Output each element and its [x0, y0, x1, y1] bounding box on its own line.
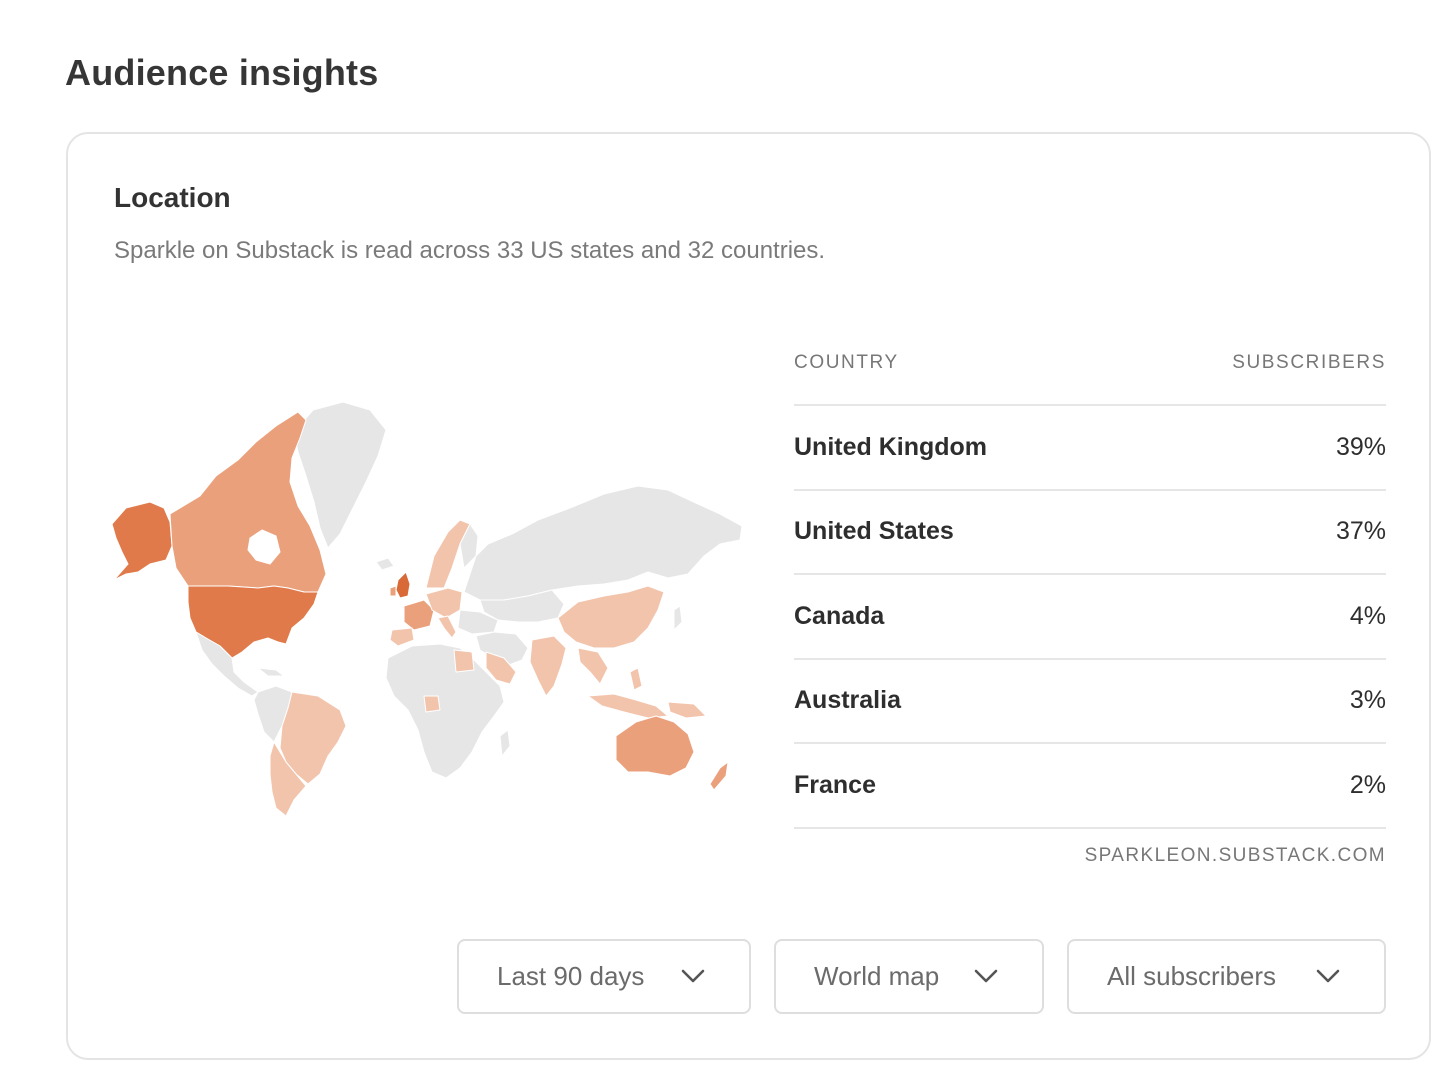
map-alaska[interactable] — [111, 501, 173, 581]
map-new-zealand[interactable] — [709, 761, 729, 791]
map-spain[interactable] — [389, 627, 415, 647]
row-country: France — [794, 770, 876, 799]
map-united-kingdom[interactable] — [395, 571, 411, 599]
row-country: United Kingdom — [794, 432, 988, 461]
row-country: United States — [794, 517, 954, 546]
location-subtitle: Sparkle on Substack is read across 33 US… — [114, 237, 826, 264]
location-title: Location — [114, 182, 231, 213]
map-russia[interactable] — [463, 485, 743, 601]
country-table: COUNTRY SUBSCRIBERS United Kingdom 39% U… — [794, 352, 1386, 867]
chevron-down-icon — [1316, 969, 1340, 983]
map-indonesia[interactable] — [587, 693, 669, 719]
view-type-label: World map — [814, 961, 940, 991]
row-value: 4% — [1349, 601, 1386, 630]
map-nigeria[interactable] — [423, 695, 441, 713]
table-row: United States 37% — [794, 491, 1386, 575]
row-value: 2% — [1349, 770, 1386, 799]
header-subscribers: SUBSCRIBERS — [1232, 352, 1386, 373]
map-se-asia[interactable] — [577, 647, 609, 685]
row-value: 3% — [1349, 686, 1386, 715]
chevron-down-icon — [681, 969, 705, 983]
map-iceland[interactable] — [375, 557, 395, 571]
page-title: Audience insights — [65, 52, 379, 93]
map-india[interactable] — [529, 635, 567, 697]
chevron-down-icon — [974, 969, 998, 983]
table-row: United Kingdom 39% — [794, 406, 1386, 491]
map-new-guinea[interactable] — [667, 701, 707, 719]
audience-label: All subscribers — [1107, 961, 1277, 991]
map-japan[interactable] — [673, 605, 683, 631]
table-row: Canada 4% — [794, 575, 1386, 660]
map-australia[interactable] — [615, 715, 695, 777]
world-map-svg — [111, 401, 743, 816]
date-range-label: Last 90 days — [497, 961, 645, 991]
row-value: 39% — [1335, 432, 1386, 461]
audience-dropdown[interactable]: All subscribers — [1067, 939, 1386, 1014]
map-madagascar[interactable] — [499, 729, 511, 757]
table-row: France 2% — [794, 744, 1386, 829]
map-ireland[interactable] — [389, 585, 397, 597]
date-range-dropdown[interactable]: Last 90 days — [457, 939, 751, 1014]
view-type-dropdown[interactable]: World map — [774, 939, 1044, 1014]
source-label: SPARKLEON.SUBSTACK.COM — [1084, 844, 1386, 866]
row-country: Canada — [794, 601, 885, 630]
map-caribbean — [257, 667, 285, 677]
header-country: COUNTRY — [794, 352, 899, 373]
row-country: Australia — [794, 686, 901, 715]
map-egypt[interactable] — [453, 649, 475, 673]
table-row: Australia 3% — [794, 660, 1386, 744]
map-philippines[interactable] — [629, 667, 643, 691]
row-value: 37% — [1335, 517, 1386, 546]
map-italy[interactable] — [437, 615, 457, 639]
map-china[interactable] — [557, 585, 665, 649]
table-header: COUNTRY SUBSCRIBERS — [794, 352, 1386, 406]
world-map[interactable] — [108, 396, 753, 816]
location-card: Location Sparkle on Substack is read acr… — [66, 132, 1431, 1060]
